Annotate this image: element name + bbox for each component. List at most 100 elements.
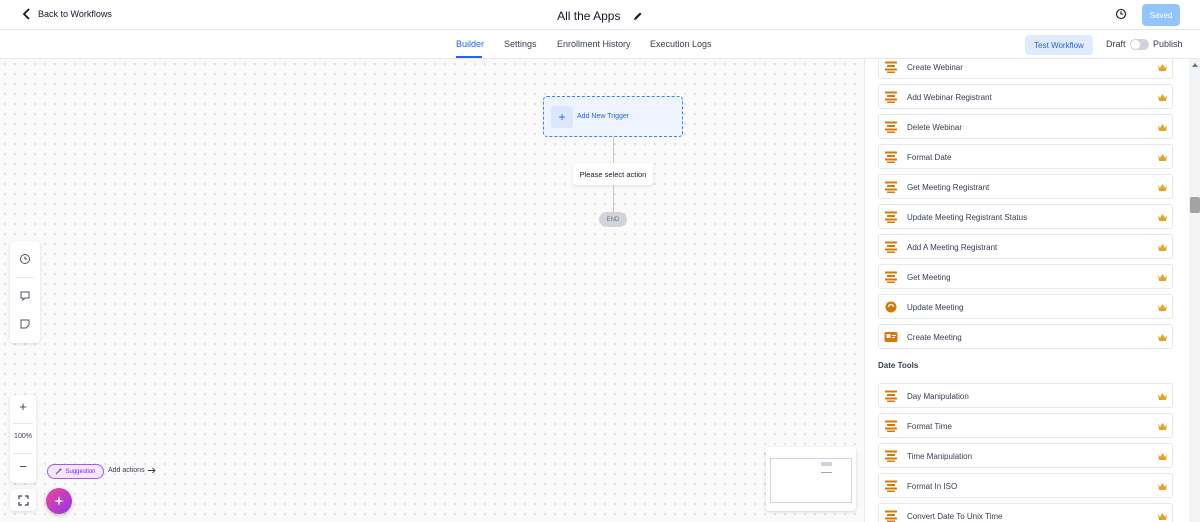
minimap-node bbox=[821, 472, 832, 473]
divider bbox=[13, 453, 33, 454]
publish-label: Publish bbox=[1153, 39, 1183, 49]
saved-button[interactable]: Saved bbox=[1142, 4, 1180, 26]
sticky-note-icon bbox=[20, 319, 30, 329]
minimap-viewport bbox=[770, 458, 852, 503]
suggestion-badge[interactable]: Suggestion bbox=[47, 464, 104, 479]
fit-view-button[interactable] bbox=[10, 489, 36, 511]
app-icon bbox=[885, 61, 897, 73]
trigger-label: Add New Trigger bbox=[577, 113, 630, 120]
app-icon bbox=[885, 450, 897, 462]
pencil-icon[interactable] bbox=[633, 11, 643, 21]
action-item-label: Get Meeting Registrant bbox=[907, 182, 990, 192]
add-new-trigger-node[interactable]: + Add New Trigger bbox=[543, 96, 683, 137]
scrollbar-thumb[interactable] bbox=[1190, 197, 1200, 213]
add-actions-link[interactable]: Add actions bbox=[108, 467, 156, 474]
action-item[interactable]: Add A Meeting Registrant bbox=[878, 233, 1173, 259]
action-item-label: Create Meeting bbox=[907, 332, 962, 342]
wand-icon bbox=[56, 468, 62, 475]
action-item[interactable]: Create Meeting bbox=[878, 323, 1173, 349]
action-item-label: Time Manipulation bbox=[907, 451, 973, 461]
app-icon bbox=[885, 181, 897, 193]
suggestion-label: Suggestion bbox=[65, 468, 96, 475]
app-icon bbox=[885, 480, 897, 492]
crown-icon bbox=[1158, 123, 1167, 131]
action-item[interactable]: Delete Webinar bbox=[878, 113, 1173, 139]
action-item[interactable]: Get Meeting bbox=[878, 263, 1173, 289]
action-item[interactable]: Format In ISO bbox=[878, 472, 1173, 498]
select-action-node[interactable]: Please select action bbox=[573, 163, 653, 185]
action-item[interactable]: Update Meeting Registrant Status bbox=[878, 203, 1173, 229]
panel-scrollbar[interactable] bbox=[1189, 59, 1200, 522]
action-item-label: Format In ISO bbox=[907, 481, 958, 491]
actions-panel: Create Webinar Add Webinar Registrant Dele… bbox=[864, 59, 1200, 522]
zoom-controls: + 100% − bbox=[10, 395, 36, 483]
action-item[interactable]: Add Webinar Registrant bbox=[878, 83, 1173, 109]
toggle-knob bbox=[1131, 40, 1140, 49]
minimap-node bbox=[821, 462, 832, 466]
zoom-in-button[interactable]: + bbox=[10, 399, 36, 414]
action-item-label: Format Date bbox=[907, 152, 952, 162]
action-item[interactable]: Get Meeting Registrant bbox=[878, 173, 1173, 199]
plus-icon: + bbox=[551, 106, 573, 128]
action-item[interactable]: Update Meeting bbox=[878, 293, 1173, 319]
action-item-label: Get Meeting bbox=[907, 272, 951, 282]
history-icon[interactable] bbox=[1115, 8, 1127, 20]
crown-icon bbox=[1158, 422, 1167, 430]
action-item[interactable]: Create Webinar bbox=[878, 59, 1173, 79]
crown-icon bbox=[1158, 243, 1167, 251]
workflow-canvas[interactable] bbox=[0, 59, 864, 522]
sparkle-icon bbox=[54, 496, 64, 506]
crown-icon bbox=[1158, 452, 1167, 460]
tabs-bar: Builder Settings Enrollment History Exec… bbox=[0, 30, 1200, 59]
tab-builder[interactable]: Builder bbox=[456, 39, 484, 49]
crown-icon bbox=[1158, 512, 1167, 520]
action-item[interactable]: Day Manipulation bbox=[878, 383, 1173, 408]
card-app-icon bbox=[884, 331, 898, 342]
app-icon bbox=[885, 510, 897, 522]
action-item-label: Add Webinar Registrant bbox=[907, 92, 992, 102]
action-item[interactable]: Convert Date To Unix Time bbox=[878, 502, 1173, 522]
app-icon bbox=[885, 121, 897, 133]
app-icon bbox=[885, 420, 897, 432]
back-label: Back to Workflows bbox=[38, 9, 112, 19]
comment-icon bbox=[20, 291, 30, 302]
workflow-title[interactable]: All the Apps bbox=[557, 9, 620, 23]
back-to-workflows-link[interactable]: Back to Workflows bbox=[22, 8, 112, 20]
tab-execution-logs[interactable]: Execution Logs bbox=[650, 39, 712, 49]
publish-toggle[interactable] bbox=[1130, 39, 1149, 50]
action-item-label: Add A Meeting Registrant bbox=[907, 242, 998, 252]
action-item[interactable]: Time Manipulation bbox=[878, 442, 1173, 468]
action-item-label: Day Manipulation bbox=[907, 392, 969, 401]
zoom-out-button[interactable]: − bbox=[10, 459, 36, 474]
zoom-level: 100% bbox=[14, 433, 32, 440]
circle-app-icon bbox=[885, 301, 897, 313]
app-icon bbox=[885, 91, 897, 103]
clock-icon bbox=[20, 254, 30, 264]
crown-icon bbox=[1158, 153, 1167, 161]
action-item[interactable]: Format Time bbox=[878, 412, 1173, 438]
crown-icon bbox=[1158, 393, 1167, 400]
tab-settings[interactable]: Settings bbox=[504, 39, 537, 49]
divider bbox=[13, 423, 33, 424]
action-item[interactable]: Format Date bbox=[878, 143, 1173, 169]
note-tool-button[interactable] bbox=[18, 317, 32, 331]
canvas-tool-panel bbox=[10, 241, 40, 343]
draft-label: Draft bbox=[1106, 39, 1126, 49]
scroll-up-arrow-icon[interactable] bbox=[1192, 63, 1198, 67]
app-icon bbox=[885, 390, 897, 402]
ai-assistant-button[interactable] bbox=[46, 488, 72, 514]
test-workflow-button[interactable]: Test Workflow bbox=[1025, 35, 1093, 55]
arrow-right-icon bbox=[147, 467, 156, 474]
section-title-date-tools: Date Tools bbox=[878, 361, 919, 370]
action-item-label: Create Webinar bbox=[907, 63, 963, 72]
crown-icon bbox=[1158, 93, 1167, 101]
crown-icon bbox=[1158, 273, 1167, 281]
crown-icon bbox=[1158, 303, 1167, 311]
action-item-label: Convert Date To Unix Time bbox=[907, 511, 1003, 521]
comment-tool-button[interactable] bbox=[18, 289, 32, 303]
action-item-label: Update Meeting Registrant Status bbox=[907, 212, 1028, 222]
minimap[interactable] bbox=[766, 447, 856, 511]
app-icon bbox=[885, 151, 897, 163]
history-tool-button[interactable] bbox=[18, 252, 32, 266]
tab-enrollment-history[interactable]: Enrollment History bbox=[557, 39, 631, 49]
